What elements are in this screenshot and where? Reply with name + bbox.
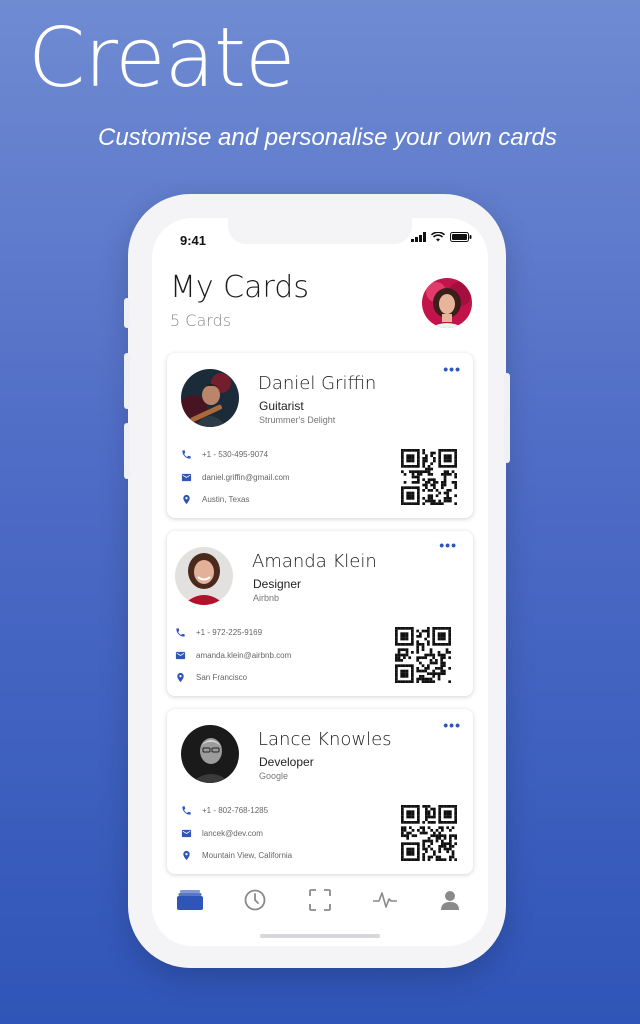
contact-photo xyxy=(181,369,239,427)
page-title: My Cards xyxy=(170,270,309,305)
phone-power-button xyxy=(504,373,510,463)
location-text: Mountain View, California xyxy=(202,851,293,860)
scan-icon xyxy=(309,889,331,911)
phone-text: +1 - 530-495-9074 xyxy=(202,450,269,459)
promo-headline: Create xyxy=(28,11,295,106)
phone-icon xyxy=(182,450,191,459)
phone-text: +1 - 802-768-1285 xyxy=(202,806,269,815)
location-text: Austin, Texas xyxy=(202,495,250,504)
email-text: lancek@dev.com xyxy=(202,829,263,838)
location-text: San Francisco xyxy=(196,673,248,682)
phone-row[interactable]: +1 - 530-495-9074 xyxy=(181,449,268,460)
signal-icon xyxy=(411,232,426,242)
card-count: 5 Cards xyxy=(170,311,232,330)
tab-scan[interactable] xyxy=(300,884,340,916)
more-options-icon[interactable]: ••• xyxy=(443,361,461,377)
cards-icon xyxy=(177,890,204,910)
phone-icon xyxy=(176,628,185,637)
email-row[interactable]: daniel.griffin@gmail.com xyxy=(181,472,290,483)
contact-company: Airbnb xyxy=(253,593,280,603)
location-row[interactable]: Mountain View, California xyxy=(181,850,292,861)
notch xyxy=(228,218,412,244)
location-row[interactable]: San Francisco xyxy=(175,672,247,683)
phone-text: +1 - 972-225-9169 xyxy=(196,628,263,637)
contact-name: Amanda Klein xyxy=(252,551,377,572)
contact-photo xyxy=(175,547,233,605)
contact-name: Daniel Griffin xyxy=(258,373,377,394)
business-card[interactable]: ••• Lance Knowles Developer Google +1 - … xyxy=(167,709,473,874)
phone-volume-down xyxy=(124,423,130,479)
email-icon xyxy=(175,651,186,660)
profile-icon xyxy=(440,891,459,910)
business-card[interactable]: ••• Daniel Griffin Guitarist Strummer's … xyxy=(167,353,473,518)
email-text: daniel.griffin@gmail.com xyxy=(202,473,290,482)
contact-company: Strummer's Delight xyxy=(259,415,336,425)
tab-history[interactable] xyxy=(235,884,275,916)
qr-code[interactable] xyxy=(401,805,457,861)
tab-bar xyxy=(152,880,488,920)
contact-photo xyxy=(181,725,239,783)
contact-company: Google xyxy=(259,771,289,781)
qr-code[interactable] xyxy=(395,627,451,683)
contact-role: Developer xyxy=(259,755,314,769)
more-options-icon[interactable]: ••• xyxy=(443,717,461,733)
phone-icon xyxy=(182,806,191,815)
profile-avatar[interactable] xyxy=(422,278,472,328)
email-row[interactable]: lancek@dev.com xyxy=(181,828,263,839)
email-row[interactable]: amanda.klein@airbnb.com xyxy=(175,650,291,661)
contact-role: Guitarist xyxy=(259,399,304,413)
history-icon xyxy=(244,889,266,911)
phone-screen: 9:41 My Cards 5 Cards ••• Daniel Griffin… xyxy=(152,218,488,946)
business-card[interactable]: ••• Amanda Klein Designer Airbnb +1 - 97… xyxy=(167,531,473,696)
location-pin-icon xyxy=(183,850,190,861)
wifi-icon xyxy=(431,232,445,242)
battery-icon xyxy=(450,232,472,242)
phone-volume-up xyxy=(124,353,130,409)
promo-subline: Customise and personalise your own cards xyxy=(98,124,557,151)
status-time: 9:41 xyxy=(180,233,207,248)
email-text: amanda.klein@airbnb.com xyxy=(196,651,292,660)
phone-row[interactable]: +1 - 972-225-9169 xyxy=(175,627,262,638)
email-icon xyxy=(181,829,192,838)
phone-row[interactable]: +1 - 802-768-1285 xyxy=(181,805,268,816)
contact-role: Designer xyxy=(253,577,302,591)
tab-activity[interactable] xyxy=(365,884,405,916)
status-icons xyxy=(411,232,472,242)
email-icon xyxy=(181,473,192,482)
location-pin-icon xyxy=(183,494,190,505)
qr-code[interactable] xyxy=(401,449,457,505)
activity-icon xyxy=(372,892,397,908)
contact-name: Lance Knowles xyxy=(258,729,392,750)
home-indicator xyxy=(260,934,380,938)
location-pin-icon xyxy=(177,672,184,683)
tab-profile[interactable] xyxy=(430,884,470,916)
tab-cards[interactable] xyxy=(170,884,210,916)
phone-side-button xyxy=(124,298,130,328)
location-row[interactable]: Austin, Texas xyxy=(181,494,249,505)
more-options-icon[interactable]: ••• xyxy=(439,537,457,553)
